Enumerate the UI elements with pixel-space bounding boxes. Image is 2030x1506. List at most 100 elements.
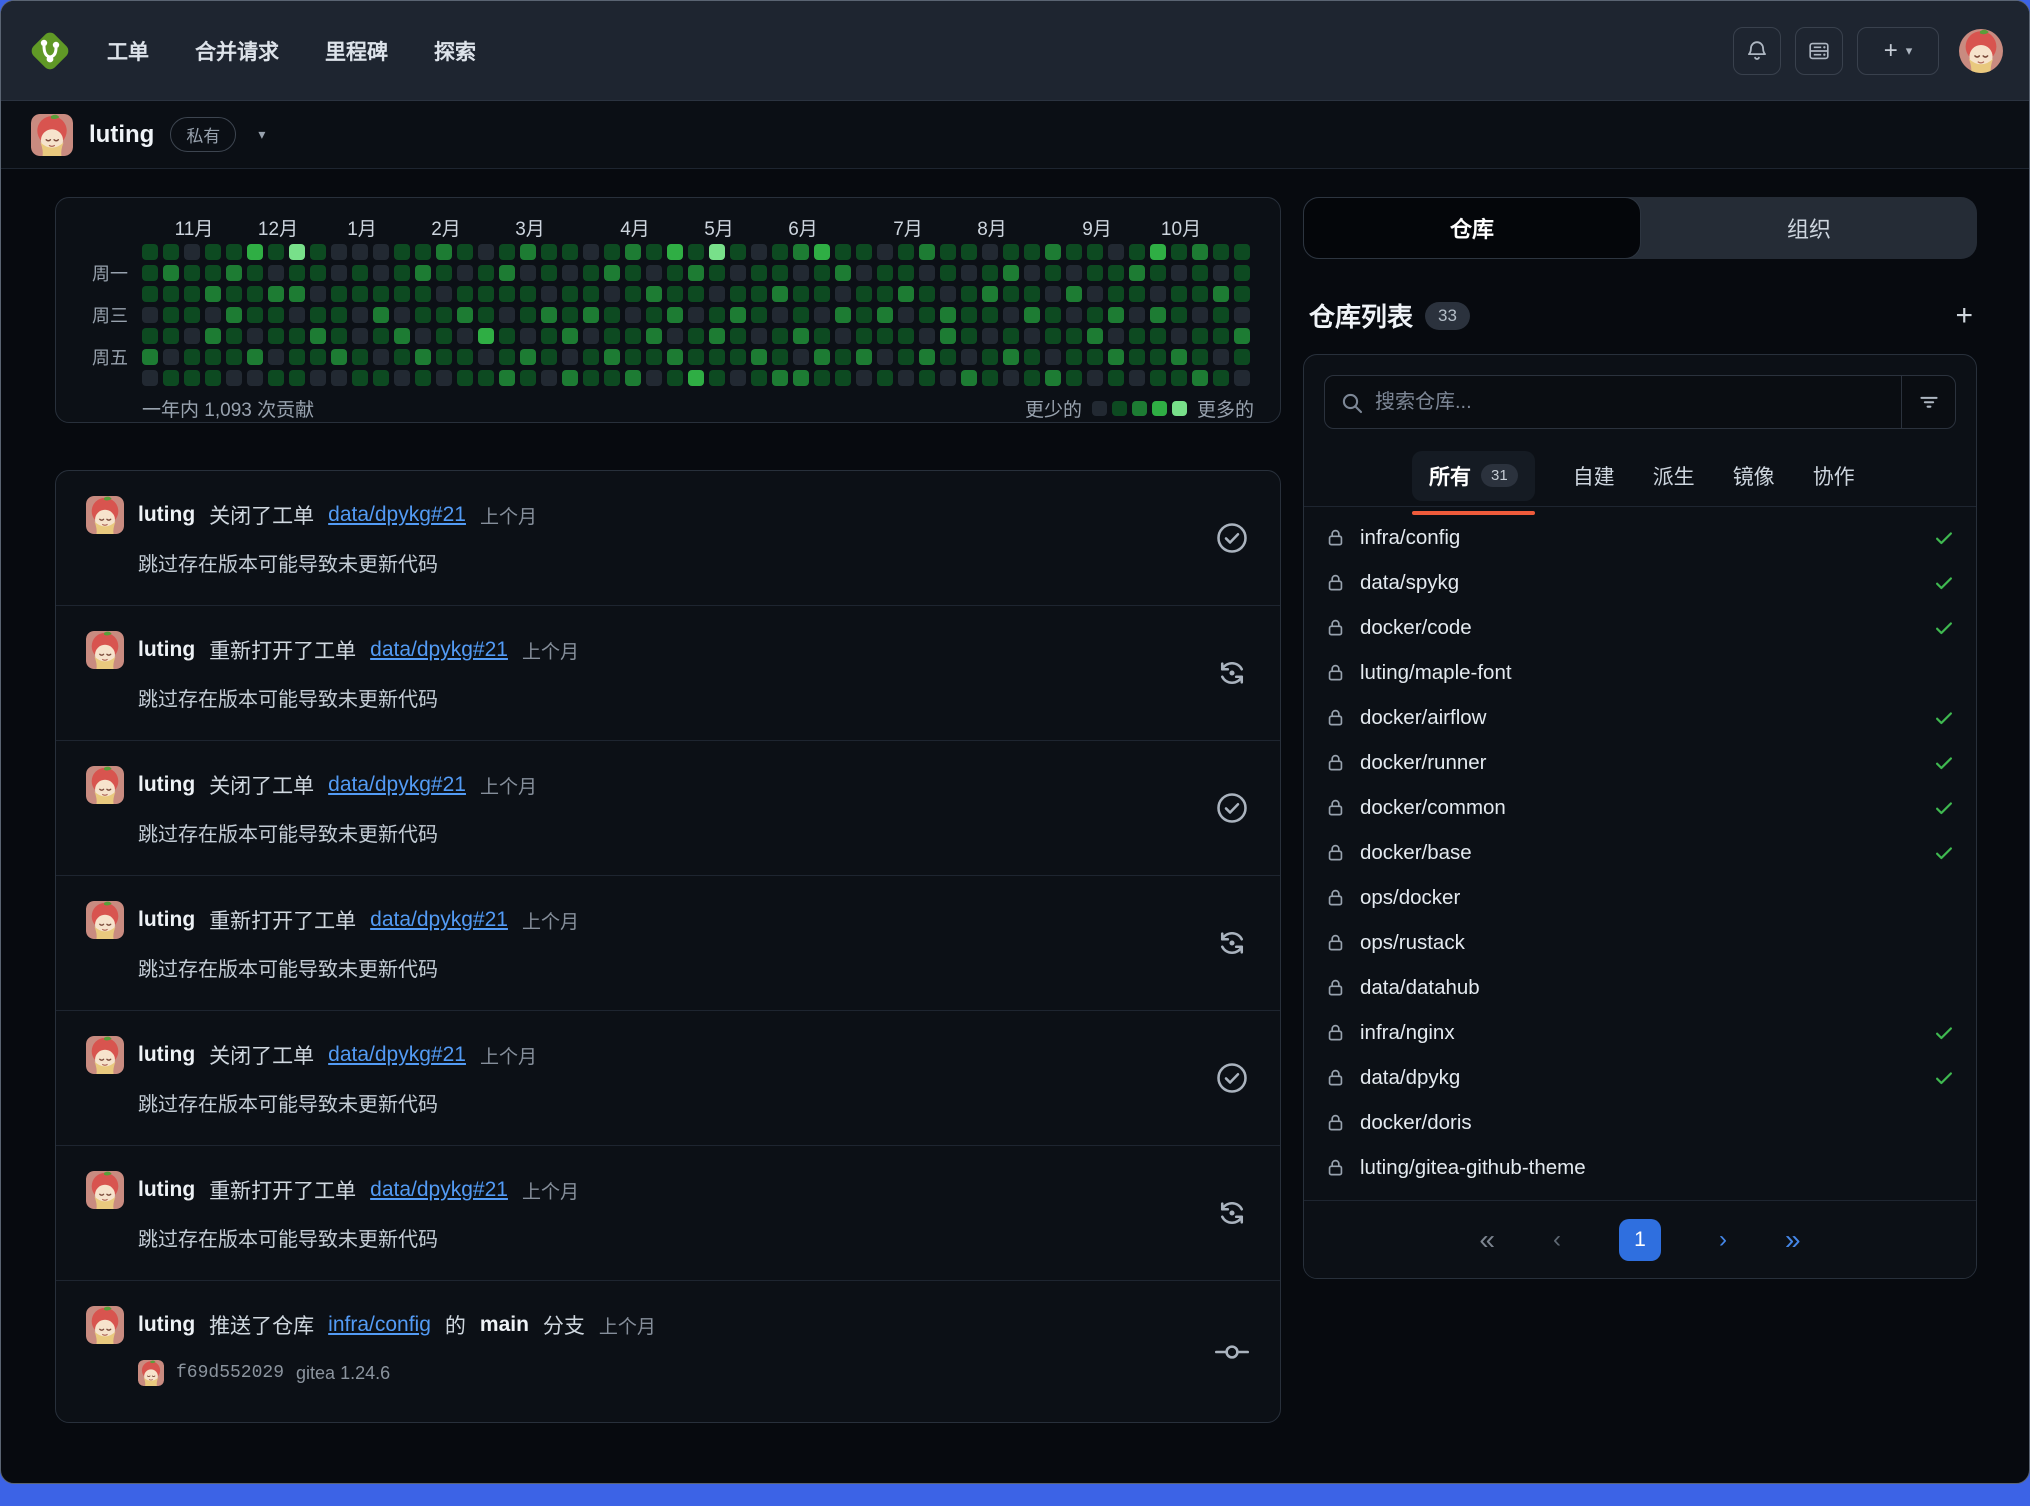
heatmap-cell[interactable] [394, 307, 410, 323]
heatmap-cell[interactable] [331, 265, 347, 281]
heatmap-cell[interactable] [730, 328, 746, 344]
heatmap-cell[interactable] [1213, 307, 1229, 323]
heatmap-cell[interactable] [226, 244, 242, 260]
profile-avatar[interactable] [31, 114, 73, 156]
heatmap-cell[interactable] [163, 244, 179, 260]
heatmap-cell[interactable] [1108, 349, 1124, 365]
heatmap-cell[interactable] [814, 349, 830, 365]
heatmap-cell[interactable] [184, 328, 200, 344]
heatmap-cell[interactable] [1087, 349, 1103, 365]
heatmap-cell[interactable] [499, 328, 515, 344]
heatmap-cell[interactable] [583, 349, 599, 365]
heatmap-cell[interactable] [436, 307, 452, 323]
heatmap-cell[interactable] [982, 370, 998, 386]
heatmap-cell[interactable] [520, 265, 536, 281]
heatmap-cell[interactable] [247, 328, 263, 344]
heatmap-cell[interactable] [898, 370, 914, 386]
heatmap-cell[interactable] [919, 244, 935, 260]
heatmap-cell[interactable] [877, 265, 893, 281]
heatmap-cell[interactable] [1171, 307, 1187, 323]
repo-name-link[interactable]: docker/code [1360, 616, 1472, 640]
heatmap-cell[interactable] [142, 307, 158, 323]
heatmap-cell[interactable] [835, 307, 851, 323]
heatmap-cell[interactable] [541, 286, 557, 302]
heatmap-cell[interactable] [877, 370, 893, 386]
heatmap-cell[interactable] [184, 370, 200, 386]
heatmap-cell[interactable] [499, 349, 515, 365]
gitea-logo[interactable] [27, 28, 73, 74]
heatmap-cell[interactable] [583, 244, 599, 260]
heatmap-cell[interactable] [1045, 265, 1061, 281]
heatmap-cell[interactable] [835, 349, 851, 365]
heatmap-cell[interactable] [142, 265, 158, 281]
heatmap-cell[interactable] [415, 244, 431, 260]
feed-actor-link[interactable]: luting [138, 503, 195, 527]
repo-name-link[interactable]: ops/docker [1360, 886, 1460, 910]
heatmap-cell[interactable] [793, 370, 809, 386]
heatmap-cell[interactable] [562, 349, 578, 365]
repo-row[interactable]: docker/code [1326, 605, 1954, 650]
pagination-last-button[interactable]: » [1785, 1226, 1801, 1254]
heatmap-cell[interactable] [835, 328, 851, 344]
heatmap-cell[interactable] [940, 286, 956, 302]
heatmap-cell[interactable] [898, 349, 914, 365]
heatmap-cell[interactable] [1150, 349, 1166, 365]
heatmap-cell[interactable] [163, 286, 179, 302]
heatmap-cell[interactable] [331, 328, 347, 344]
heatmap-cell[interactable] [415, 328, 431, 344]
heatmap-cell[interactable] [1066, 265, 1082, 281]
heatmap-cell[interactable] [163, 307, 179, 323]
heatmap-cell[interactable] [646, 349, 662, 365]
heatmap-cell[interactable] [1045, 286, 1061, 302]
repo-name-link[interactable]: docker/base [1360, 841, 1472, 865]
heatmap-cell[interactable] [1045, 328, 1061, 344]
heatmap-cell[interactable] [520, 328, 536, 344]
heatmap-cell[interactable] [1171, 328, 1187, 344]
heatmap-cell[interactable] [877, 244, 893, 260]
heatmap-cell[interactable] [268, 286, 284, 302]
heatmap-cell[interactable] [1087, 370, 1103, 386]
heatmap-cell[interactable] [961, 370, 977, 386]
heatmap-cell[interactable] [1129, 286, 1145, 302]
heatmap-cell[interactable] [1108, 244, 1124, 260]
heatmap-cell[interactable] [625, 244, 641, 260]
heatmap-cell[interactable] [772, 307, 788, 323]
heatmap-cell[interactable] [1234, 265, 1250, 281]
heatmap-cell[interactable] [1108, 328, 1124, 344]
heatmap-cell[interactable] [310, 307, 326, 323]
heatmap-cell[interactable] [415, 265, 431, 281]
heatmap-cell[interactable] [982, 265, 998, 281]
heatmap-cell[interactable] [415, 349, 431, 365]
heatmap-cell[interactable] [499, 307, 515, 323]
heatmap-cell[interactable] [940, 265, 956, 281]
heatmap-cell[interactable] [457, 307, 473, 323]
heatmap-cell[interactable] [1129, 265, 1145, 281]
server-status-button[interactable] [1795, 27, 1843, 75]
heatmap-cell[interactable] [1003, 328, 1019, 344]
heatmap-cell[interactable] [436, 328, 452, 344]
repo-filter-协作[interactable]: 协作 [1813, 461, 1855, 491]
heatmap-cell[interactable] [982, 286, 998, 302]
heatmap-cell[interactable] [583, 286, 599, 302]
heatmap-cell[interactable] [814, 328, 830, 344]
heatmap-cell[interactable] [142, 244, 158, 260]
heatmap-cell[interactable] [835, 370, 851, 386]
heatmap-cell[interactable] [541, 307, 557, 323]
heatmap-cell[interactable] [1213, 370, 1229, 386]
heatmap-cell[interactable] [226, 307, 242, 323]
heatmap-cell[interactable] [373, 370, 389, 386]
heatmap-cell[interactable] [940, 370, 956, 386]
heatmap-cell[interactable] [625, 286, 641, 302]
heatmap-cell[interactable] [751, 349, 767, 365]
heatmap-cell[interactable] [1066, 349, 1082, 365]
heatmap-cell[interactable] [688, 265, 704, 281]
heatmap-cell[interactable] [919, 370, 935, 386]
heatmap-cell[interactable] [520, 307, 536, 323]
heatmap-cell[interactable] [541, 370, 557, 386]
heatmap-cell[interactable] [709, 265, 725, 281]
heatmap-cell[interactable] [1150, 328, 1166, 344]
heatmap-cell[interactable] [562, 370, 578, 386]
heatmap-cell[interactable] [247, 286, 263, 302]
repo-row[interactable]: data/datahub [1326, 965, 1954, 1010]
heatmap-cell[interactable] [1024, 244, 1040, 260]
